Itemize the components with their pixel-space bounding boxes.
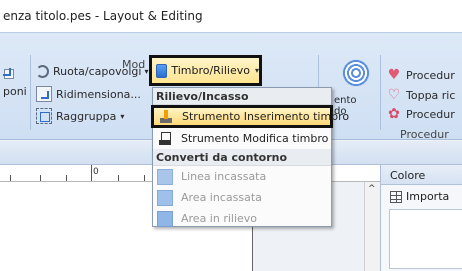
ruler-tick <box>66 175 67 181</box>
box-icon <box>3 68 14 79</box>
stamp-edit-icon <box>157 131 173 147</box>
heart-icon: ♥ <box>387 67 401 83</box>
chevron-down-icon: ▾ <box>254 66 259 75</box>
tab-colore-label: Colore <box>390 169 426 182</box>
ruler-tick <box>10 175 11 181</box>
procedure-flower-button[interactable]: ✿ Procedur <box>386 106 455 122</box>
menu-item-label: Strumento Inserimento timbro <box>182 110 350 123</box>
ribbon-group-modify-label: Mod <box>122 58 146 71</box>
flower-icon: ✿ <box>388 106 400 122</box>
timbro-rilievo-button[interactable]: Timbro/Rilievo ▾ <box>149 55 262 86</box>
chevron-down-icon: ▾ <box>120 111 125 121</box>
menu-item-area-in-rilievo[interactable]: Area in rilievo <box>153 208 331 229</box>
menu-section-converti-da-contorno: Converti da contorno <box>153 149 331 166</box>
import-label: Importa <box>406 190 450 203</box>
ruler-zero-tick <box>91 165 92 181</box>
menu-item-label: Area in rilievo <box>181 212 258 225</box>
group-label: Raggruppa <box>56 109 117 123</box>
group-button[interactable]: Raggruppa ▾ <box>36 108 124 124</box>
line-icon <box>157 168 173 185</box>
timbro-rilievo-button-face: Timbro/Rilievo ▾ <box>152 58 259 83</box>
relief-icon <box>157 210 173 227</box>
vertical-scrollbar[interactable]: ^ <box>364 182 380 271</box>
ribbon-separator <box>380 55 381 130</box>
window-title: enza titolo.pes - Layout & Editing <box>3 9 203 23</box>
menu-section-rilievo-incasso: Rilievo/Incasso <box>153 88 331 105</box>
color-panel: Colore Importa <box>380 165 462 271</box>
rotate-icon <box>36 65 49 78</box>
scroll-up-icon[interactable]: ^ <box>368 184 376 194</box>
patch-label: Toppa ric <box>406 88 456 102</box>
ruler-tick <box>144 175 145 181</box>
menu-item-label: Area incassata <box>181 191 262 204</box>
menu-item-strumento-modifica-timbro[interactable]: Strumento Modifica timbro <box>153 128 331 149</box>
import-button[interactable]: Importa <box>390 190 449 203</box>
heart-outline-icon: ♡ <box>387 87 401 103</box>
stamp-icon <box>158 109 174 125</box>
menu-item-label: Strumento Modifica timbro <box>181 132 329 145</box>
ribbon-hidden-label-1: ento <box>334 95 357 106</box>
ruler-tick <box>118 175 119 181</box>
menu-item-area-incassata[interactable]: Area incassata <box>153 187 331 208</box>
color-list[interactable] <box>389 209 462 269</box>
procedure-label-2: Procedur <box>406 107 455 121</box>
timbro-rilievo-menu: Rilievo/Incasso Strumento Inserimento ti… <box>151 87 349 229</box>
patch-button[interactable]: ♡ Toppa ric <box>386 87 456 103</box>
procedure-heart-button[interactable]: ♥ Procedur <box>386 67 455 83</box>
timbro-rilievo-label: Timbro/Rilievo <box>171 64 250 77</box>
ribbon-partial-label: poni <box>3 85 27 98</box>
menu-item-strumento-inserimento-timbro[interactable]: Strumento Inserimento timbro <box>151 105 349 128</box>
ribbon-hidden-label: ento <box>334 95 357 106</box>
area-icon <box>157 189 173 206</box>
resize-button[interactable]: Ridimensiona... <box>36 86 141 102</box>
ruler-tick <box>40 175 41 181</box>
tab-colore[interactable]: Colore <box>381 165 462 185</box>
ruler-zero-label: 0 <box>93 167 99 177</box>
spiral-stitch-icon[interactable] <box>342 59 370 87</box>
ribbon-separator <box>30 55 31 130</box>
stamp-relief-icon <box>156 63 168 78</box>
ribbon-partial-item[interactable]: poni <box>3 85 27 98</box>
title-bar: enza titolo.pes - Layout & Editing <box>0 0 462 32</box>
resize-label: Ridimensiona... <box>56 87 141 101</box>
group-icon <box>36 108 52 124</box>
resize-icon <box>36 86 52 102</box>
grid-icon <box>390 190 402 203</box>
menu-item-label: Linea incassata <box>181 170 267 183</box>
menu-item-linea-incassata[interactable]: Linea incassata <box>153 166 331 187</box>
procedure-label: Procedur <box>406 68 455 82</box>
ribbon-small-box-icon[interactable] <box>3 68 18 79</box>
